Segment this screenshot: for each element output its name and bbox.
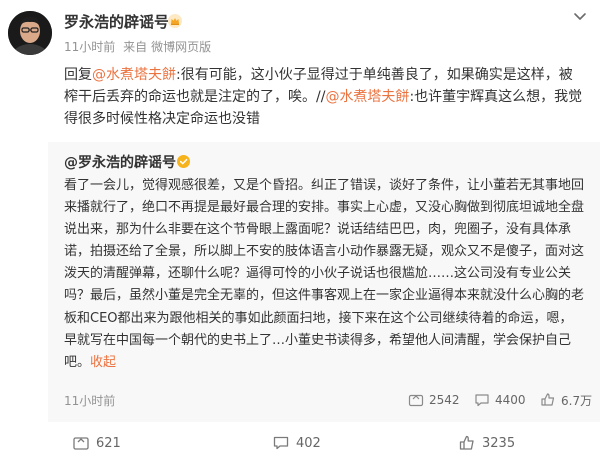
post-text: 回复@水煮塔夫餅:很有可能，这小伙子显得过于单纯善良了，如果确实是这样，被榨干后… [64,64,584,130]
more-icon[interactable] [568,4,592,28]
post-time[interactable]: 11小时前 [64,40,115,54]
post-header: 罗永浩的辟谣号 11小时前 来自 微博网页版 [0,0,600,58]
repost-count: 621 [96,435,121,451]
collapse-link[interactable]: 收起 [90,355,116,370]
repost-icon [408,394,424,407]
repost-button[interactable]: 621 [72,428,121,458]
original-body: 看了一会儿，觉得观感很差，又是个昏招。纠正了错误，谈好了条件，让小董若无其事地回… [64,178,585,370]
reposted-post[interactable]: @罗永浩的辟谣号 看了一会儿，觉得观感很差，又是个昏招。纠正了错误，谈好了条件，… [48,142,600,422]
post-source: 微博网页版 [151,40,212,54]
action-bar: 621 402 3235 [0,428,600,458]
repost-icon [73,437,89,450]
like-button[interactable]: 3235 [458,428,515,458]
avatar[interactable] [8,11,52,55]
author-name[interactable]: 罗永浩的辟谣号 [64,11,169,32]
comment-button[interactable]: 402 [272,428,321,458]
mention-link[interactable]: @水煮塔夫餅 [325,89,409,105]
original-like-button[interactable]: 6.7万 [540,390,592,410]
like-count: 3235 [482,435,516,451]
original-time[interactable]: 11小时前 [64,392,115,409]
like-icon [459,435,474,450]
original-comment-count: 4400 [495,393,526,407]
comment-icon [475,394,489,407]
original-footer: 11小时前 2542 4400 6.7万 [64,388,592,412]
original-repost-count: 2542 [429,393,460,407]
comment-count: 402 [296,435,321,451]
avatar-image [8,11,52,55]
reply-prefix: 回复 [64,67,92,83]
verified-badge-icon [177,155,190,168]
source-prefix: 来自 [123,40,148,54]
post-meta: 11小时前 来自 微博网页版 [64,38,215,55]
like-icon [541,393,555,406]
original-text: 看了一会儿，觉得观感很差，又是个昏招。纠正了错误，谈好了条件，让小董若无其事地回… [64,175,584,374]
mention-link[interactable]: @水煮塔夫餅 [92,67,176,83]
original-like-count: 6.7万 [561,393,593,408]
original-author[interactable]: @罗永浩的辟谣号 [64,152,176,172]
comment-icon [273,436,289,450]
original-repost-button[interactable]: 2542 [408,390,460,410]
vip-crown-icon[interactable] [168,14,182,28]
original-comment-button[interactable]: 4400 [474,390,526,410]
